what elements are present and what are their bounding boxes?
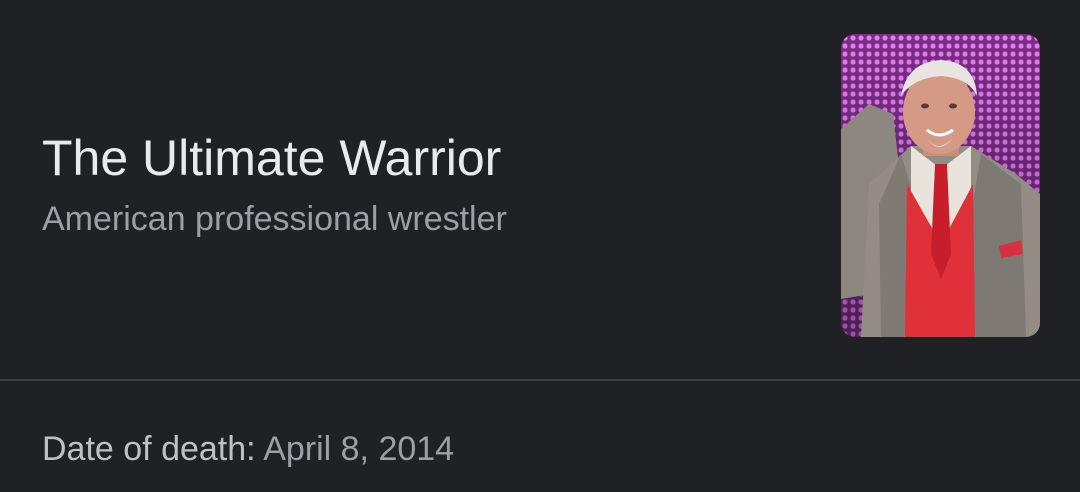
fact-label[interactable]: Date of death: xyxy=(42,430,256,468)
fact-value: April 8, 2014 xyxy=(263,430,455,468)
section-divider xyxy=(0,379,1080,381)
entity-thumbnail-image[interactable] xyxy=(841,34,1040,337)
entity-title[interactable]: The Ultimate Warrior xyxy=(42,126,501,190)
entity-subtitle: American professional wrestler xyxy=(42,200,507,238)
knowledge-panel-header: The Ultimate Warrior American profession… xyxy=(0,0,1080,380)
fact-row-date-of-death: Date of death: April 8, 2014 xyxy=(42,428,454,470)
person-photo-icon xyxy=(841,34,1040,337)
